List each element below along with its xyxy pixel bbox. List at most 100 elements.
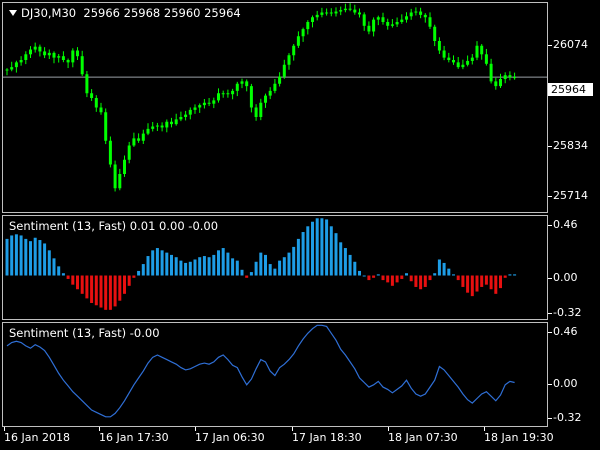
sentiment-bar (372, 275, 376, 278)
sentiment-bar (47, 250, 51, 276)
sentiment-bar (198, 257, 202, 276)
line-axis-label: -0.32 (553, 411, 582, 424)
price-axis-label: 25714 (553, 189, 588, 202)
sentiment-bar (414, 275, 418, 287)
sentiment-bar (433, 273, 437, 276)
sentiment-bar (452, 274, 455, 276)
sentiment-bar (292, 246, 296, 276)
sentiment-bar (207, 257, 211, 276)
sentiment-bar (484, 275, 488, 285)
candle-body (47, 52, 51, 56)
price-chart[interactable] (3, 3, 547, 212)
candle-body (367, 25, 371, 32)
sentiment-bar (57, 266, 61, 276)
candle-body (61, 56, 65, 60)
sentiment-line-pane[interactable]: Sentiment (13, Fast) -0.00 (2, 322, 548, 427)
sentiment-bar (71, 275, 75, 285)
candle-body (395, 22, 399, 25)
line-tick (548, 332, 552, 333)
candle-body (301, 29, 305, 37)
sentiment-bar (52, 258, 56, 276)
sentiment-bar (108, 275, 112, 310)
histogram-axis-label: 0.46 (553, 218, 578, 231)
price-axis-label: 26074 (553, 38, 588, 51)
sentiment-bar (165, 252, 169, 276)
line-axis-label: 0.00 (553, 377, 578, 390)
triangle-down-icon[interactable] (9, 10, 17, 16)
candle-body (207, 102, 211, 104)
candle-body (71, 50, 75, 63)
candle-body (372, 19, 376, 32)
time-label: 16 Jan 2018 (4, 431, 70, 444)
sentiment-histogram-pane[interactable]: Sentiment (13, Fast) 0.01 0.00 -0.00 (2, 215, 548, 320)
sentiment-bar (287, 252, 291, 276)
sentiment-bar (235, 260, 239, 276)
candle-body (423, 14, 427, 18)
candle-body (358, 12, 361, 15)
sentiment-bar (99, 275, 103, 308)
sentiment-bar (14, 234, 18, 276)
sentiment-bar (249, 272, 253, 276)
candle-body (428, 17, 432, 27)
sentiment-bar (395, 275, 399, 283)
candle-body (470, 57, 474, 61)
candle-body (19, 60, 23, 63)
sentiment-bar (437, 259, 441, 276)
candle-body (494, 81, 498, 87)
sentiment-bar (33, 237, 37, 276)
candle-body (339, 10, 343, 12)
candle-body (311, 17, 314, 22)
price-pane[interactable]: DJ30,M30 25966 25968 25960 25964 (2, 2, 548, 213)
current-price-label: 25964 (548, 83, 593, 96)
candle-body (268, 90, 272, 96)
sentiment-bar (193, 259, 197, 276)
sentiment-bar (423, 275, 427, 287)
line-tick (548, 418, 552, 419)
sentiment-bar (470, 275, 474, 297)
candle-body (123, 159, 126, 174)
sentiment-bar (155, 248, 159, 276)
histogram-title: Sentiment (13, Fast) 0.01 0.00 -0.00 (9, 219, 219, 233)
candle-body (447, 57, 451, 60)
sentiment-bar (66, 275, 70, 279)
sentiment-bar (343, 248, 347, 276)
candle-body (475, 45, 479, 58)
candle-body (282, 64, 286, 77)
sentiment-bar (104, 275, 108, 310)
candle-body (381, 17, 385, 22)
sentiment-bar (273, 268, 277, 276)
sentiment-bar (10, 235, 14, 276)
candle-body (99, 107, 103, 113)
candle-body (513, 77, 517, 79)
candle-body (414, 11, 418, 13)
histogram-tick (548, 225, 552, 226)
sentiment-bar (282, 257, 286, 276)
candle-body (231, 90, 235, 95)
sentiment-bar (442, 262, 446, 276)
candle-body (33, 46, 37, 50)
sentiment-bar (94, 275, 98, 306)
candle-body (146, 128, 150, 134)
sentiment-bar (428, 275, 432, 281)
line-axis-label: 0.46 (553, 325, 578, 338)
price-title-text: DJ30,M30 25966 25968 25960 25964 (21, 6, 241, 20)
candle-body (24, 54, 28, 60)
candle-body (334, 11, 338, 14)
price-tick (548, 196, 552, 197)
candle-body (343, 8, 347, 11)
sentiment-bar (405, 273, 408, 276)
sentiment-bar (296, 238, 300, 276)
candle-body (325, 12, 329, 14)
candle-body (57, 56, 61, 58)
candle-body (484, 54, 488, 64)
sentiment-bar (132, 275, 136, 278)
candle-body (85, 74, 89, 94)
sentiment-bar (61, 273, 65, 276)
price-tick (548, 45, 552, 46)
sentiment-bar (339, 242, 343, 276)
sentiment-bar (508, 274, 512, 276)
sentiment-bar (146, 256, 150, 276)
candle-body (315, 14, 319, 18)
sentiment-bar (419, 275, 423, 290)
sentiment-bar (245, 275, 249, 278)
